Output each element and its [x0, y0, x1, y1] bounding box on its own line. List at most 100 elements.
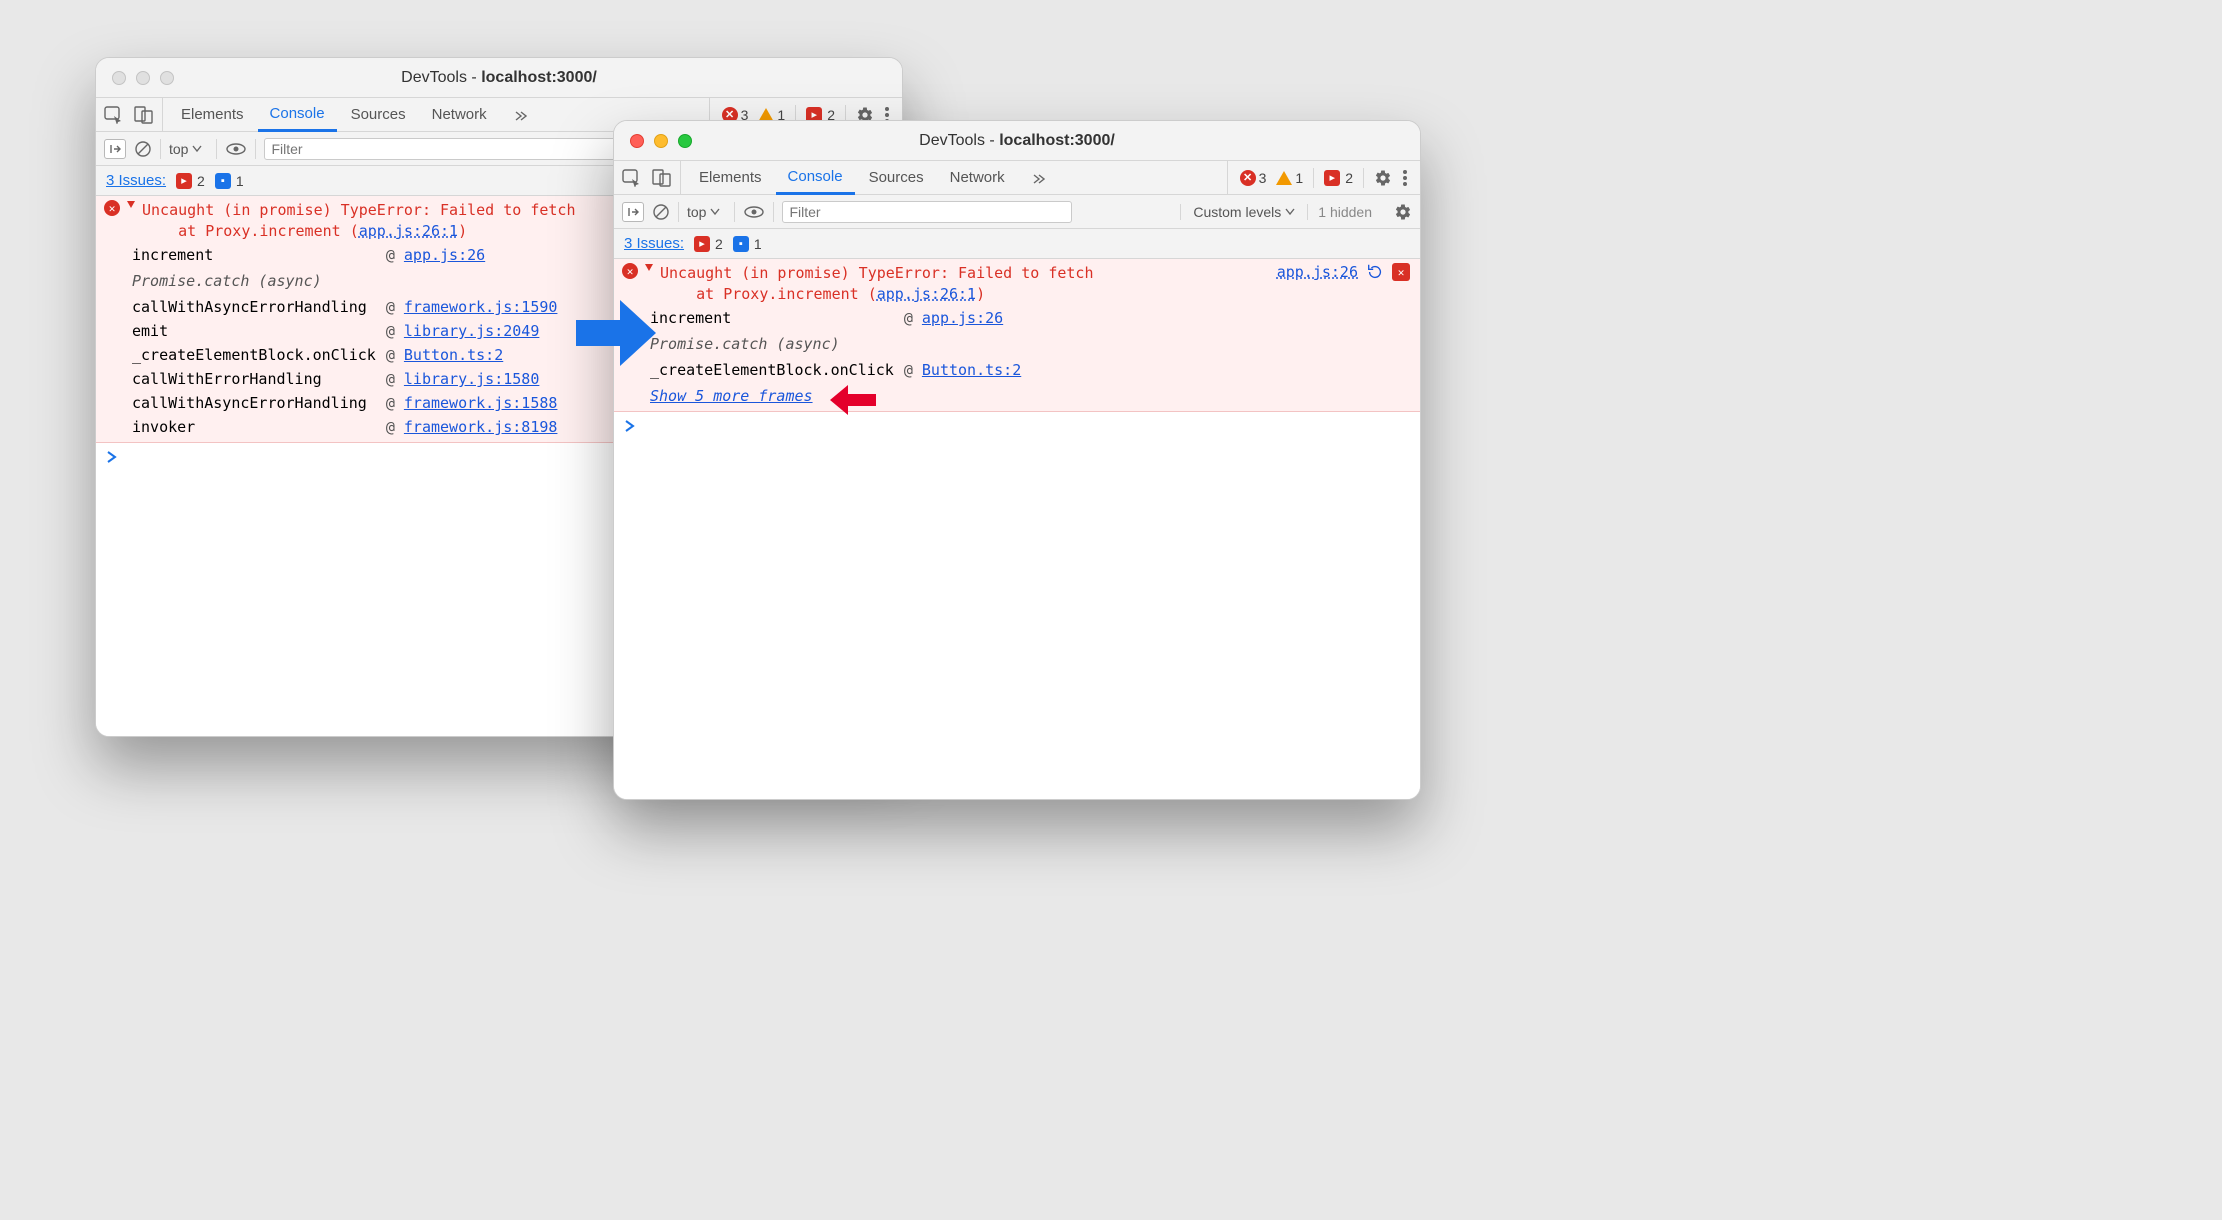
source-link[interactable]: framework.js:8198: [404, 418, 558, 436]
console-prompt[interactable]: [614, 412, 1420, 443]
console-body: ✕ Uncaught (in promise) TypeError: Faile…: [614, 259, 1420, 799]
close-dot[interactable]: [112, 71, 126, 85]
error-source-link[interactable]: app.js:26:1: [359, 222, 458, 240]
zoom-dot[interactable]: [678, 134, 692, 148]
divider: [216, 139, 217, 159]
levels-selector[interactable]: Custom levels: [1180, 204, 1295, 220]
clear-console-icon[interactable]: [652, 203, 670, 221]
tabs-overflow-icon[interactable]: [501, 98, 539, 131]
trace-loc: @ app.js:26: [386, 246, 558, 264]
error-source-link[interactable]: app.js:26:1: [877, 285, 976, 303]
flag-counter[interactable]: ▸2: [1324, 170, 1353, 186]
tab-elements[interactable]: Elements: [687, 161, 774, 194]
sidebar-settings-icon[interactable]: [1394, 203, 1412, 221]
gear-icon[interactable]: [1374, 169, 1392, 187]
annotation-arrow-blue: [576, 300, 656, 366]
source-link[interactable]: framework.js:1588: [404, 394, 558, 412]
live-expression-icon[interactable]: [743, 205, 765, 219]
tabs-overflow-icon[interactable]: [1019, 161, 1057, 194]
toggle-sidebar-icon[interactable]: [104, 139, 126, 159]
source-link[interactable]: Button.ts:2: [922, 361, 1021, 379]
titlebar: DevTools - localhost:3000/: [614, 121, 1420, 161]
window-title: DevTools - localhost:3000/: [614, 132, 1420, 150]
source-link[interactable]: library.js:2049: [404, 322, 539, 340]
minimize-dot[interactable]: [136, 71, 150, 85]
kebab-icon[interactable]: [1402, 169, 1408, 187]
error-header[interactable]: ✕ Uncaught (in promise) TypeError: Faile…: [622, 263, 1412, 305]
tab-network[interactable]: Network: [420, 98, 499, 131]
filter-input[interactable]: [782, 201, 1072, 223]
console-toolbar: top Custom levels 1 hidden: [614, 195, 1420, 229]
source-link[interactable]: app.js:26: [1277, 263, 1358, 281]
issue-blue-counter[interactable]: ▪1: [215, 173, 244, 189]
inspect-icon[interactable]: [622, 169, 642, 187]
context-selector[interactable]: top: [687, 204, 726, 220]
show-more-frames[interactable]: Show 5 more frames: [650, 387, 1412, 405]
device-toggle-icon[interactable]: [134, 106, 154, 124]
trace-loc: @ framework.js:1590: [386, 298, 558, 316]
error-counter[interactable]: ✕3: [1240, 170, 1267, 186]
tab-console[interactable]: Console: [776, 162, 855, 195]
issue-blue-counter[interactable]: ▪1: [733, 236, 762, 252]
issues-link[interactable]: 3 Issues:: [624, 235, 684, 252]
divider: [255, 139, 256, 159]
divider: [773, 202, 774, 222]
error-message: Uncaught (in promise) TypeError: Failed …: [660, 263, 1093, 305]
dismiss-error-icon[interactable]: ✕: [1392, 263, 1410, 281]
trace-fn: increment: [650, 309, 894, 327]
traffic-lights: [96, 71, 174, 85]
divider: [678, 202, 679, 222]
issue-red-counter[interactable]: ▸2: [694, 236, 723, 252]
tab-elements[interactable]: Elements: [169, 98, 256, 131]
trace-loc: @ library.js:2049: [386, 322, 558, 340]
tab-console[interactable]: Console: [258, 99, 337, 132]
toggle-sidebar-icon[interactable]: [622, 202, 644, 222]
error-block: ✕ Uncaught (in promise) TypeError: Faile…: [614, 259, 1420, 412]
inspect-icon[interactable]: [104, 106, 124, 124]
divider: [1363, 168, 1364, 188]
traffic-lights: [614, 134, 692, 148]
source-link[interactable]: app.js:26: [404, 246, 485, 264]
issues-link[interactable]: 3 Issues:: [106, 172, 166, 189]
trace-fn: emit: [132, 322, 376, 340]
hidden-count[interactable]: 1 hidden: [1307, 204, 1382, 220]
disclosure-icon[interactable]: [644, 263, 654, 275]
trace-loc: @ app.js:26: [904, 309, 1021, 327]
trace-loc: @ Button.ts:2: [904, 361, 1021, 379]
source-link[interactable]: library.js:1580: [404, 370, 539, 388]
zoom-dot[interactable]: [160, 71, 174, 85]
disclosure-icon[interactable]: [126, 200, 136, 212]
window-title: DevTools - localhost:3000/: [96, 69, 902, 87]
source-link[interactable]: app.js:26: [922, 309, 1003, 327]
error-icon: ✕: [104, 200, 120, 216]
error-message: Uncaught (in promise) TypeError: Failed …: [142, 200, 575, 242]
live-expression-icon[interactable]: [225, 142, 247, 156]
warning-counter[interactable]: 1: [1276, 170, 1303, 186]
trace-loc: @ framework.js:8198: [386, 418, 558, 436]
minimize-dot[interactable]: [654, 134, 668, 148]
clear-console-icon[interactable]: [134, 140, 152, 158]
trace-fn: callWithAsyncErrorHandling: [132, 298, 376, 316]
tab-sources[interactable]: Sources: [339, 98, 418, 131]
tabs-row: Elements Console Sources Network ✕3 1 ▸2: [614, 161, 1420, 195]
trace-loc: @ framework.js:1588: [386, 394, 558, 412]
dock-controls: [614, 161, 681, 194]
devtools-window-after: DevTools - localhost:3000/ Elements Cons…: [613, 120, 1421, 800]
retry-icon[interactable]: [1366, 263, 1384, 281]
close-dot[interactable]: [630, 134, 644, 148]
device-toggle-icon[interactable]: [652, 169, 672, 187]
issue-red-counter[interactable]: ▸2: [176, 173, 205, 189]
tab-network[interactable]: Network: [938, 161, 1017, 194]
trace-fn: invoker: [132, 418, 376, 436]
divider: [1313, 168, 1314, 188]
trace-loc: @ library.js:1580: [386, 370, 558, 388]
context-selector[interactable]: top: [169, 141, 208, 157]
source-link[interactable]: Button.ts:2: [404, 346, 503, 364]
tab-sources[interactable]: Sources: [857, 161, 936, 194]
error-icon: ✕: [622, 263, 638, 279]
source-link[interactable]: framework.js:1590: [404, 298, 558, 316]
filter-input[interactable]: [264, 138, 644, 160]
tabs-actions: ✕3 1 ▸2: [1227, 161, 1420, 194]
stack-trace: increment @ app.js:26 Promise.catch (asy…: [650, 309, 1412, 379]
trace-fn: callWithErrorHandling: [132, 370, 376, 388]
